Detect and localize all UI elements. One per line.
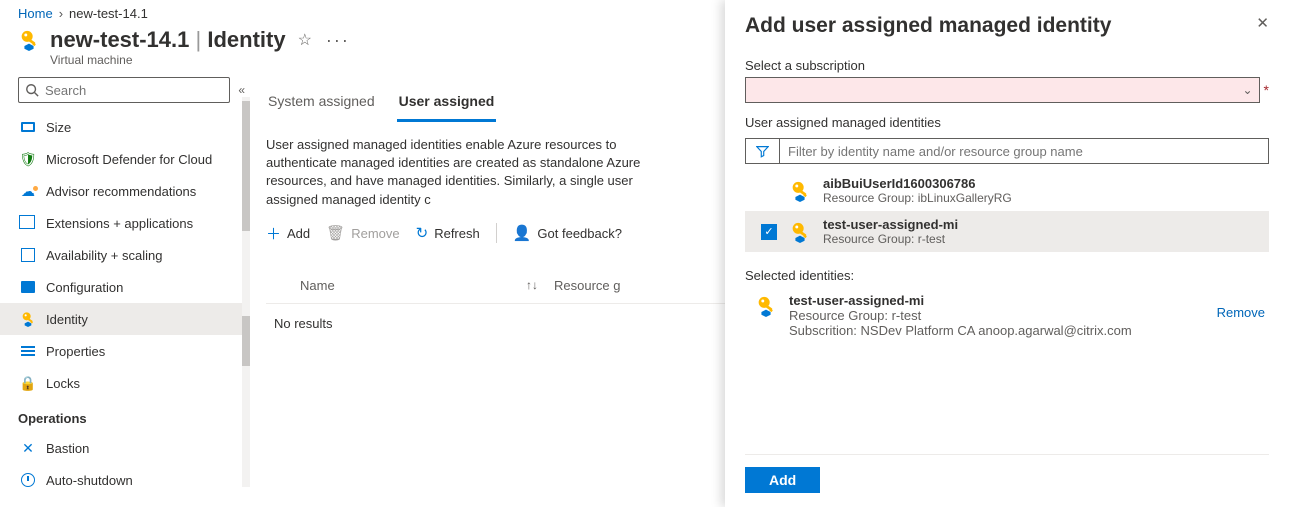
sidebar-item-availability[interactable]: Availability + scaling: [0, 239, 250, 271]
tab-user-assigned[interactable]: User assigned: [397, 87, 497, 122]
extensions-icon: [21, 217, 35, 229]
remove-selected-link[interactable]: Remove: [1217, 293, 1265, 320]
column-header-name[interactable]: Name↑↓: [266, 262, 546, 303]
chevron-right-icon: ›: [59, 6, 63, 21]
selected-identity: test-user-assigned-mi Resource Group: r-…: [745, 283, 1269, 344]
trash-icon: 🗑: [326, 224, 345, 242]
managed-identity-icon: [789, 221, 811, 243]
remove-button: 🗑Remove: [326, 224, 399, 242]
identity-resource-group: Resource Group: r-test: [823, 232, 958, 246]
selected-identity-resource-group: Resource Group: r-test: [789, 308, 1132, 323]
refresh-button[interactable]: ↻Refresh: [416, 224, 480, 242]
checkbox-checked-icon: ✓: [761, 224, 777, 240]
favorite-star-icon[interactable]: ☆: [298, 30, 312, 50]
selected-identity-subscription: Subscrition: NSDev Platform CA anoop.aga…: [789, 323, 1132, 338]
bastion-icon: ✕: [20, 440, 36, 456]
identity-name: aibBuiUserId1600306786: [823, 176, 1012, 191]
managed-identity-icon: [789, 180, 811, 202]
monitor-icon: [21, 122, 35, 132]
identity-option[interactable]: ✓ aibBuiUserId1600306786 Resource Group:…: [745, 170, 1269, 211]
lock-icon: 🔒: [20, 375, 36, 391]
identity-filter[interactable]: [745, 138, 1269, 164]
sidebar-search[interactable]: [18, 77, 230, 103]
cloud-icon: ☁: [20, 183, 36, 199]
toolbar-divider: [496, 223, 497, 243]
sidebar: « Size 🛡Microsoft Defender for Cloud ☁Ad…: [0, 73, 250, 507]
identity-option[interactable]: ✓ test-user-assigned-mi Resource Group: …: [745, 211, 1269, 252]
sidebar-item-defender[interactable]: 🛡Microsoft Defender for Cloud: [0, 143, 250, 175]
add-button[interactable]: ＋Add: [266, 223, 310, 244]
refresh-icon: ↻: [416, 224, 429, 242]
availability-icon: [21, 248, 35, 262]
sidebar-section-operations: Operations: [0, 399, 250, 430]
identity-name: test-user-assigned-mi: [823, 217, 958, 232]
properties-icon: [21, 346, 35, 356]
key-icon: [20, 311, 36, 327]
sidebar-search-input[interactable]: [45, 83, 223, 98]
breadcrumb-home[interactable]: Home: [18, 6, 53, 21]
sidebar-scrollbar-thumb[interactable]: [242, 101, 250, 231]
user-assigned-description: User assigned managed identities enable …: [266, 122, 686, 215]
more-actions-icon[interactable]: ···: [326, 30, 350, 51]
selected-identities-header: Selected identities:: [745, 268, 1269, 283]
sidebar-item-advisor[interactable]: ☁Advisor recommendations: [0, 175, 250, 207]
sidebar-item-size[interactable]: Size: [0, 111, 250, 143]
uami-list-label: User assigned managed identities: [745, 115, 1269, 130]
identity-resource-group: Resource Group: ibLinuxGalleryRG: [823, 191, 1012, 205]
feedback-button[interactable]: 👤Got feedback?: [513, 224, 622, 242]
configuration-icon: [21, 281, 35, 293]
chevron-down-icon: ⌄: [1242, 83, 1252, 97]
sidebar-item-auto-shutdown[interactable]: Auto-shutdown: [0, 464, 250, 496]
panel-title: Add user assigned managed identity: [745, 14, 1111, 38]
sidebar-item-bastion[interactable]: ✕Bastion: [0, 432, 250, 464]
managed-identity-icon: [18, 29, 40, 51]
shield-icon: 🛡: [20, 151, 36, 167]
selected-identity-name: test-user-assigned-mi: [789, 293, 1132, 308]
column-header-resource-group[interactable]: Resource g: [546, 262, 628, 303]
identity-filter-input[interactable]: [780, 144, 1268, 159]
search-icon: [25, 83, 39, 97]
close-icon[interactable]: ✕: [1256, 14, 1269, 32]
required-indicator: *: [1264, 82, 1269, 98]
select-subscription-label: Select a subscription: [745, 58, 1269, 73]
collapse-sidebar-icon[interactable]: «: [238, 83, 240, 97]
sidebar-item-configuration[interactable]: Configuration: [0, 271, 250, 303]
sort-icon[interactable]: ↑↓: [526, 278, 538, 292]
plus-icon: ＋: [266, 223, 281, 244]
page-title: new-test-14.1 | Identity: [50, 27, 286, 53]
sidebar-item-properties[interactable]: Properties: [0, 335, 250, 367]
sidebar-item-extensions[interactable]: Extensions + applications: [0, 207, 250, 239]
add-identity-panel: Add user assigned managed identity ✕ Sel…: [725, 0, 1289, 507]
managed-identity-icon: [755, 295, 777, 317]
tab-system-assigned[interactable]: System assigned: [266, 87, 377, 122]
clock-icon: [21, 473, 35, 487]
sidebar-item-locks[interactable]: 🔒Locks: [0, 367, 250, 399]
sidebar-scrollbar-thumb-2[interactable]: [242, 316, 250, 366]
add-submit-button[interactable]: Add: [745, 467, 820, 493]
sidebar-item-identity[interactable]: Identity: [0, 303, 250, 335]
subscription-dropdown[interactable]: ⌄: [745, 77, 1260, 103]
funnel-icon: [746, 139, 780, 163]
breadcrumb-current: new-test-14.1: [69, 6, 148, 21]
feedback-icon: 👤: [513, 224, 532, 242]
